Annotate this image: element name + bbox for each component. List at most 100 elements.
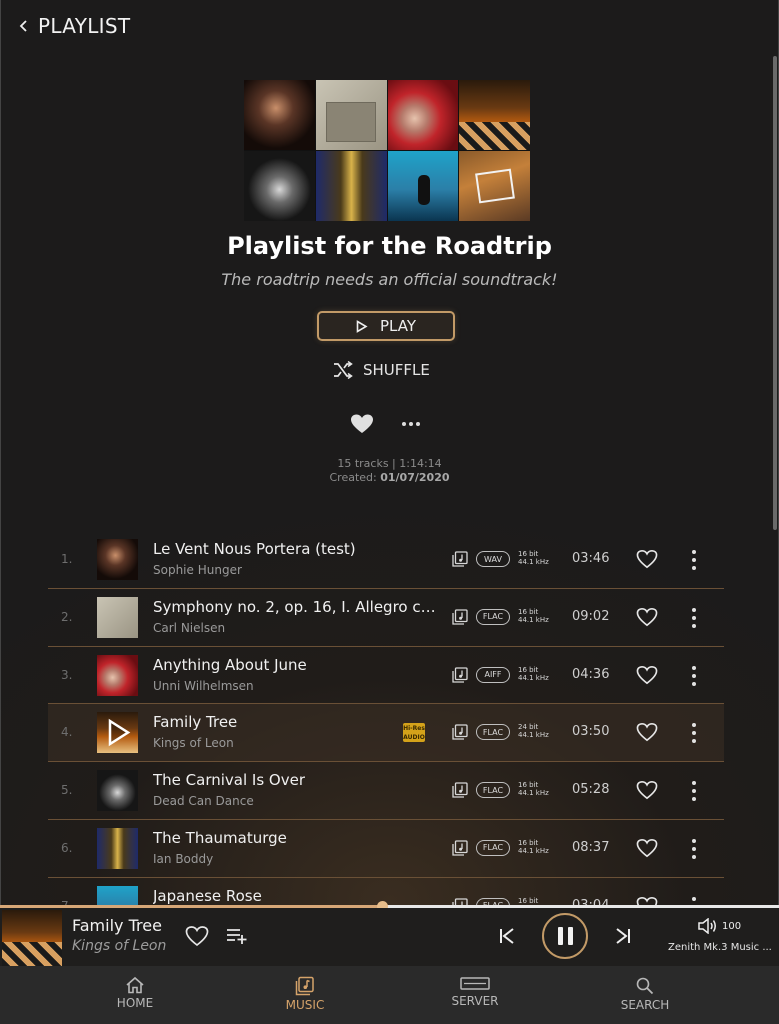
track-album-art[interactable] [97, 712, 138, 754]
skip-previous-icon [500, 928, 514, 944]
track-row[interactable]: 1. Le Vent Nous Portera (test) Sophie Hu… [48, 531, 724, 589]
track-album-art[interactable] [97, 654, 138, 696]
track-more-options-button[interactable] [691, 838, 697, 859]
track-row[interactable]: 5. The Carnival Is Over Dead Can Dance F… [48, 762, 724, 820]
back-button[interactable] [14, 14, 34, 38]
sample-rate: 44.1 kHz [518, 789, 549, 798]
dot [692, 607, 696, 612]
shuffle-icon [334, 361, 353, 379]
track-row[interactable]: 4. Family Tree Kings of Leon Hi-Res AUDI… [48, 704, 724, 763]
track-row[interactable]: 6. The Thaumaturge Ian Boddy FLAC 16 bit… [48, 820, 724, 878]
play-button[interactable]: PLAY [317, 311, 455, 341]
album-art-4 [459, 80, 530, 150]
volume-control[interactable]: 100 [698, 918, 741, 934]
pause-button[interactable] [542, 913, 588, 959]
audio-quality: 16 bit [518, 897, 538, 905]
bottom-navigation: HOME MUSIC SERVER SEARCH [0, 966, 779, 1024]
bit-depth: 16 bit [518, 896, 539, 905]
now-playing-album-art[interactable] [2, 910, 62, 966]
music-library-icon [295, 976, 314, 996]
track-artist[interactable]: Kings of Leon [153, 736, 234, 750]
dot [416, 422, 420, 426]
audio-quality: 24 bit 44.1 kHz [518, 723, 549, 739]
track-more-options-button[interactable] [691, 781, 697, 802]
track-favorite-button[interactable] [636, 665, 658, 685]
output-device-selector[interactable]: Zenith Mk.3 Music ... [668, 942, 772, 953]
track-album-art[interactable] [97, 596, 138, 638]
track-duration: 03:50 [572, 724, 610, 740]
library-icon [452, 840, 468, 856]
dot [692, 558, 696, 562]
heart-outline-icon [636, 607, 658, 627]
created-date: 01/07/2020 [380, 471, 450, 484]
now-playing-favorite-button[interactable] [185, 925, 209, 947]
nav-item-server[interactable]: SERVER [340, 966, 610, 1024]
track-favorite-button[interactable] [636, 607, 658, 627]
track-album-art[interactable] [97, 770, 138, 812]
track-album-art[interactable] [97, 885, 138, 906]
add-to-queue-button[interactable] [226, 927, 248, 945]
now-playing-title: Family Tree [72, 916, 162, 935]
heart-outline-icon [636, 723, 658, 742]
track-title[interactable]: Le Vent Nous Portera (test) [153, 540, 356, 558]
more-options-button[interactable] [400, 413, 422, 435]
track-more-options-button[interactable] [691, 723, 697, 744]
dot [692, 723, 696, 728]
track-favorite-button[interactable] [636, 549, 658, 569]
dot [692, 789, 696, 794]
track-row[interactable]: 2. Symphony no. 2, op. 16, I. Allegro co… [48, 589, 724, 647]
nav-item-home[interactable]: HOME [0, 966, 270, 1024]
sample-rate: 44.1 kHz [518, 615, 549, 624]
track-title[interactable]: Family Tree [153, 713, 237, 731]
track-title[interactable]: The Thaumaturge [153, 829, 287, 847]
track-favorite-button[interactable] [636, 780, 658, 800]
track-favorite-button[interactable] [636, 838, 658, 858]
next-track-button[interactable] [613, 926, 633, 946]
now-playing-bar: Family Tree Kings of Leon 100 Zenith Mk.… [0, 908, 779, 966]
shuffle-button[interactable]: SHUFFLE [333, 358, 453, 382]
track-number: 2. [61, 609, 73, 624]
track-artist[interactable]: Ian Boddy [153, 852, 213, 866]
nav-label-search: SEARCH [620, 998, 670, 1012]
heart-outline-icon [185, 926, 209, 947]
track-album-art[interactable] [97, 539, 138, 580]
previous-track-button[interactable] [497, 926, 517, 946]
track-album-art[interactable] [97, 827, 138, 869]
library-icon [452, 666, 468, 683]
track-title[interactable]: The Carnival Is Over [153, 771, 305, 789]
dot [692, 739, 696, 744]
track-more-options-button[interactable] [691, 550, 697, 570]
play-icon [356, 319, 368, 333]
dot [692, 781, 696, 786]
bit-depth: 16 bit [518, 665, 539, 674]
album-art-1 [244, 80, 315, 150]
album-art-2 [315, 80, 387, 150]
track-artist[interactable]: Unni Wilhelmsen [153, 679, 254, 693]
track-artist[interactable]: Sophie Hunger [153, 563, 242, 577]
audio-quality: 16 bit 44.1 kHz [518, 839, 549, 855]
favorite-playlist-button[interactable] [350, 413, 374, 435]
created-label: Created: [329, 471, 377, 484]
dot [692, 731, 696, 736]
pause-icon-bar [557, 927, 563, 945]
track-row[interactable]: 3. Anything About June Unni Wilhelmsen A… [48, 647, 724, 705]
album-art-3 [387, 80, 459, 150]
track-more-options-button[interactable] [691, 607, 697, 628]
nav-item-search[interactable]: SEARCH [610, 966, 680, 1024]
track-title[interactable]: Japanese Rose [153, 887, 262, 905]
nav-item-music[interactable]: MUSIC [270, 966, 340, 1024]
sample-rate: 44.1 kHz [518, 558, 549, 566]
track-title[interactable]: Symphony no. 2, op. 16, I. Allegro col..… [153, 598, 438, 616]
volume-level: 100 [722, 920, 742, 932]
track-favorite-button[interactable] [636, 722, 658, 742]
track-artist[interactable]: Carl Nielsen [153, 621, 225, 635]
bit-depth: 16 bit [518, 781, 539, 790]
audio-quality: 16 bit 44.1 kHz [518, 608, 549, 624]
track-title[interactable]: Anything About June [153, 656, 307, 674]
heart-filled-icon [351, 414, 373, 433]
track-artist[interactable]: Dead Can Dance [153, 794, 254, 808]
playlist-cover-collage [244, 80, 530, 221]
play-button-label: PLAY [379, 317, 416, 335]
track-duration: 04:36 [572, 666, 610, 682]
track-more-options-button[interactable] [691, 665, 697, 686]
